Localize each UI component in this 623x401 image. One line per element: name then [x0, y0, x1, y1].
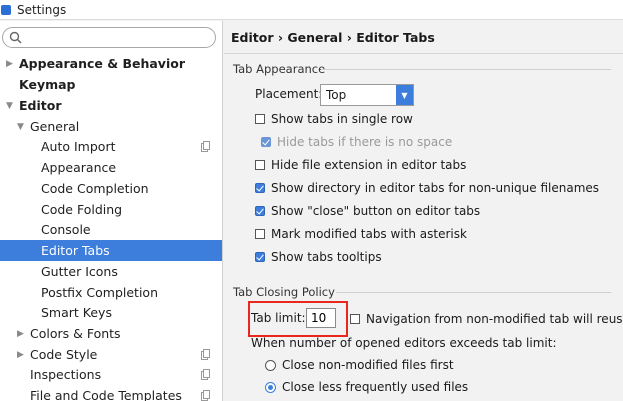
tree-item-code-folding[interactable]: Code Folding — [0, 199, 222, 220]
tree-item-file-code-templates[interactable]: File and Code Templates — [0, 385, 222, 401]
tree-item-appearance-behavior[interactable]: ▶ Appearance & Behavior — [0, 53, 222, 74]
chevron-right-icon[interactable]: ▶ — [17, 329, 25, 339]
copy-settings-icon — [201, 141, 210, 152]
option-hide-extension[interactable]: Hide file extension in editor tabs — [255, 158, 466, 172]
placement-select[interactable]: Top ▼ — [320, 84, 414, 106]
radio-close-non-modified[interactable] — [265, 359, 276, 371]
settings-sidebar: ▶ Appearance & Behavior Keymap ▼ Editor … — [0, 21, 223, 401]
app-icon — [1, 4, 11, 15]
tree-item-keymap[interactable]: Keymap — [0, 74, 222, 95]
tree-item-auto-import[interactable]: Auto Import — [0, 136, 222, 157]
section-title-tab-appearance: Tab Appearance — [233, 62, 326, 76]
tree-item-code-style[interactable]: ▶ Code Style — [0, 344, 222, 365]
section-divider — [336, 292, 611, 293]
copy-settings-icon — [201, 390, 210, 401]
highlight-annotation — [248, 301, 348, 337]
checkbox-mark-modified[interactable] — [255, 229, 265, 239]
window-titlebar: Settings — [0, 0, 623, 20]
checkbox-tooltips[interactable] — [255, 252, 265, 262]
chevron-down-icon[interactable]: ▼ — [396, 85, 413, 105]
option-mark-modified[interactable]: Mark modified tabs with asterisk — [255, 227, 467, 241]
header-divider — [224, 53, 623, 54]
search-input[interactable] — [25, 29, 211, 46]
tree-item-general[interactable]: ▼ General — [0, 116, 222, 137]
search-box[interactable] — [2, 27, 216, 48]
chevron-right-icon[interactable]: ▶ — [6, 59, 14, 69]
copy-settings-icon — [201, 369, 210, 380]
option-close-button[interactable]: Show "close" button on editor tabs — [255, 204, 480, 218]
tree-item-console[interactable]: Console — [0, 219, 222, 240]
placement-label: Placement: — [255, 87, 323, 101]
tree-item-gutter-icons[interactable]: Gutter Icons — [0, 261, 222, 282]
option-tooltips[interactable]: Show tabs tooltips — [255, 250, 382, 264]
option-navigation-reuse[interactable]: Navigation from non-modified tab will re… — [350, 312, 623, 326]
checkbox-hide-extension[interactable] — [255, 160, 265, 170]
tree-item-inspections[interactable]: Inspections — [0, 364, 222, 385]
radio-close-less-frequent[interactable] — [265, 381, 276, 393]
window-title: Settings — [17, 2, 67, 17]
option-close-non-modified[interactable]: Close non-modified files first — [265, 358, 454, 372]
checkbox-show-directory[interactable] — [255, 183, 265, 193]
tree-item-colors-fonts[interactable]: ▶ Colors & Fonts — [0, 323, 222, 344]
tree-item-editor-tabs[interactable]: Editor Tabs — [0, 240, 222, 261]
copy-settings-icon — [201, 349, 210, 360]
checkbox-close-button[interactable] — [255, 206, 265, 216]
tree-item-postfix-completion[interactable]: Postfix Completion — [0, 282, 222, 303]
tree-item-code-completion[interactable]: Code Completion — [0, 178, 222, 199]
option-single-row[interactable]: Show tabs in single row — [255, 112, 413, 126]
option-close-less-frequent[interactable]: Close less frequently used files — [265, 380, 468, 394]
chevron-right-icon[interactable]: ▶ — [17, 350, 25, 360]
checkbox-navigation-reuse[interactable] — [350, 314, 360, 324]
tree-item-smart-keys[interactable]: Smart Keys — [0, 302, 222, 323]
tree-item-appearance[interactable]: Appearance — [0, 157, 222, 178]
exceeds-label: When number of opened editors exceeds ta… — [251, 336, 557, 350]
checkbox-single-row[interactable] — [255, 114, 265, 124]
search-icon — [9, 31, 22, 44]
breadcrumb: Editor › General › Editor Tabs — [231, 30, 435, 45]
option-hide-tabs: Hide tabs if there is no space — [261, 135, 452, 149]
option-show-directory[interactable]: Show directory in editor tabs for non-un… — [255, 181, 599, 195]
section-divider — [321, 69, 611, 70]
section-title-tab-closing: Tab Closing Policy — [233, 285, 335, 299]
checkbox-hide-tabs — [261, 137, 271, 147]
sidebar-scrollbar[interactable] — [222, 21, 223, 401]
chevron-down-icon[interactable]: ▼ — [6, 101, 14, 111]
settings-content: Editor › General › Editor Tabs Tab Appea… — [224, 21, 623, 401]
tree-item-editor[interactable]: ▼ Editor — [0, 95, 222, 116]
chevron-down-icon[interactable]: ▼ — [17, 122, 25, 132]
